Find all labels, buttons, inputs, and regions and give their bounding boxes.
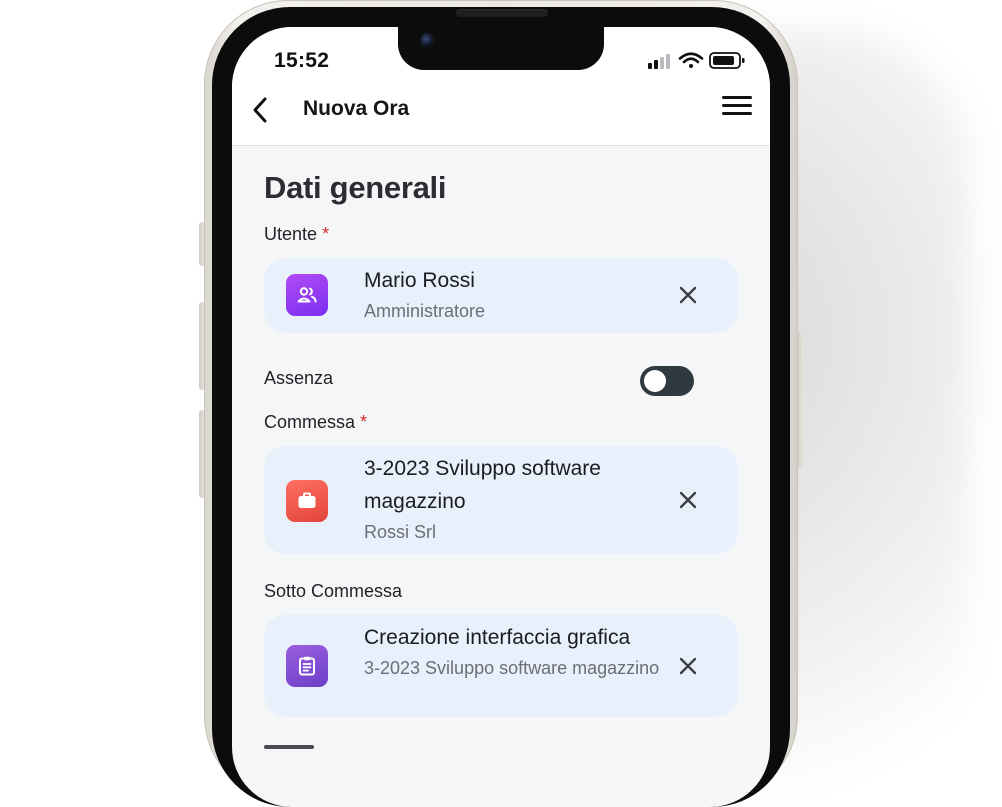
phone-screen: 15:52 Nuova Ora Dati generali Utente * M… [232, 27, 770, 807]
hamburger-menu-icon[interactable] [722, 96, 752, 120]
utente-card-text: Mario Rossi Amministratore [364, 264, 664, 325]
wifi-icon [678, 52, 704, 68]
commessa-card[interactable]: 3-2023 Sviluppo software magazzino Rossi… [264, 446, 738, 554]
sotto-commessa-name: Creazione interfaccia grafica [364, 626, 631, 649]
battery-icon [709, 52, 745, 69]
briefcase-icon [286, 480, 328, 522]
commessa-name: 3-2023 Sviluppo software magazzino [364, 457, 601, 513]
page-title: Nuova Ora [303, 97, 410, 120]
commessa-client: Rossi Srl [364, 522, 437, 542]
sotto-commessa-card-text: Creazione interfaccia grafica 3-2023 Svi… [364, 621, 674, 682]
users-icon [286, 274, 328, 316]
status-icons [648, 52, 745, 69]
status-time: 15:52 [274, 49, 330, 72]
signal-icon [648, 54, 670, 69]
commessa-label: Commessa * [264, 412, 367, 433]
sotto-commessa-label: Sotto Commessa [264, 581, 402, 602]
utente-label: Utente * [264, 224, 329, 245]
close-icon[interactable] [678, 490, 698, 510]
app-bar: Nuova Ora [232, 87, 770, 146]
toggle-knob [644, 370, 666, 392]
next-field-label-cutoff [264, 735, 314, 751]
close-icon[interactable] [678, 285, 698, 305]
required-marker: * [360, 412, 368, 432]
commessa-label-text: Commessa [264, 412, 356, 432]
chevron-left-icon[interactable] [246, 93, 274, 127]
utente-card[interactable]: Mario Rossi Amministratore [264, 258, 738, 333]
camera-icon [420, 33, 435, 48]
close-icon[interactable] [678, 656, 698, 676]
required-marker: * [322, 224, 330, 244]
commessa-card-text: 3-2023 Sviluppo software magazzino Rossi… [364, 452, 664, 546]
utente-name: Mario Rossi [364, 269, 475, 292]
assenza-label: Assenza [264, 368, 333, 389]
utente-role: Amministratore [364, 301, 486, 321]
sotto-commessa-card[interactable]: Creazione interfaccia grafica 3-2023 Svi… [264, 615, 738, 717]
utente-label-text: Utente [264, 224, 318, 244]
clipboard-icon [286, 645, 328, 687]
sotto-commessa-parent: 3-2023 Sviluppo software magazzino [364, 658, 660, 678]
sotto-commessa-label-text: Sotto Commessa [264, 581, 403, 601]
assenza-label-text: Assenza [264, 368, 334, 388]
assenza-toggle[interactable] [640, 366, 694, 396]
earpiece-speaker [456, 9, 548, 17]
section-title: Dati generali [264, 170, 447, 205]
